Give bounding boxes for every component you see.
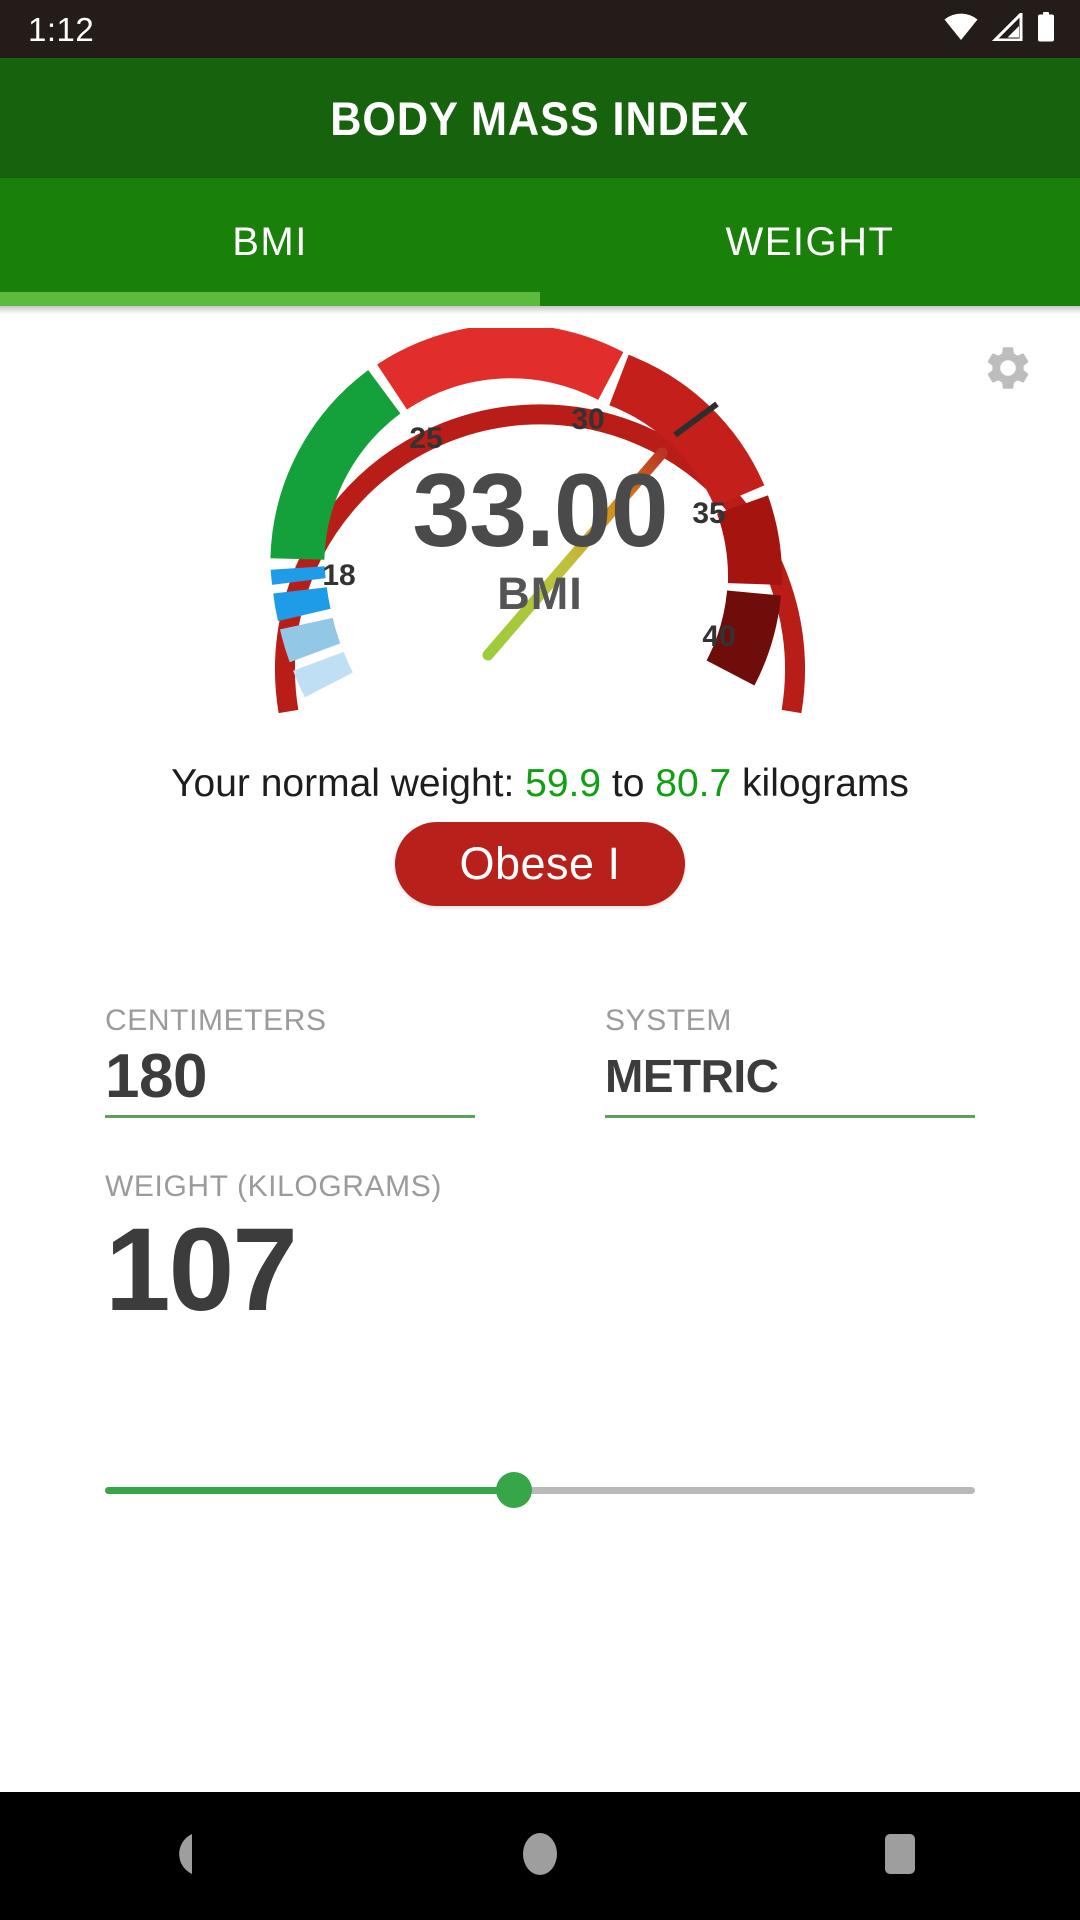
- nav-recents-button[interactable]: [825, 1792, 975, 1920]
- gauge-tick-25: 25: [409, 422, 442, 455]
- gauge-segment-obese-2: [716, 495, 782, 585]
- app-root: 1:12 BODY MASS INDEX BMI WEIGHT 18 25 30…: [0, 0, 1080, 1920]
- field-row-top: CENTIMETERS 180 SYSTEM METRIC: [105, 1004, 975, 1119]
- system-field[interactable]: SYSTEM METRIC: [605, 1004, 975, 1118]
- cell-signal-icon: [991, 9, 1023, 46]
- back-icon: [160, 1832, 200, 1881]
- normal-weight-max: 80.7: [655, 762, 732, 805]
- gauge-segment-overweight: [377, 328, 624, 410]
- category-row: Obese I: [0, 822, 1080, 906]
- gauge-tick-40: 40: [702, 620, 735, 653]
- page-title: BODY MASS INDEX: [330, 91, 750, 145]
- status-clock: 1:12: [28, 10, 95, 48]
- gauge-segment-severe-thinness: [293, 651, 354, 698]
- weight-slider[interactable]: [0, 1462, 1080, 1518]
- tab-bmi[interactable]: BMI: [0, 178, 540, 306]
- normal-weight-suffix: kilograms: [731, 762, 909, 805]
- weight-field-label: WEIGHT (KILOGRAMS): [105, 1170, 442, 1204]
- recents-icon: [881, 1832, 919, 1881]
- input-fields: CENTIMETERS 180 SYSTEM METRIC WEIGHT (KI…: [0, 1004, 1080, 1338]
- gauge-segment-mild-thinness: [273, 586, 331, 622]
- normal-weight-min: 59.9: [525, 762, 602, 805]
- gauge-needle: [482, 447, 668, 661]
- height-field-value[interactable]: 180: [105, 1042, 475, 1115]
- height-field-underline: [105, 1115, 475, 1119]
- weight-slider-track[interactable]: [105, 1472, 975, 1508]
- system-field-underline: [605, 1115, 975, 1118]
- gauge-tick-18: 18: [322, 559, 355, 592]
- status-badge[interactable]: Obese I: [395, 822, 685, 906]
- main-content: 18 25 30 35 40 33.00 BMI Your normal wei…: [0, 314, 1080, 1792]
- weight-slider-thumb[interactable]: [495, 1472, 532, 1508]
- gauge-tick-30: 30: [571, 403, 604, 436]
- weight-field-value[interactable]: 107: [105, 1208, 475, 1337]
- normal-weight-mid: to: [601, 762, 656, 805]
- tab-weight[interactable]: WEIGHT: [540, 178, 1080, 306]
- weight-field[interactable]: WEIGHT (KILOGRAMS) 107: [105, 1170, 475, 1337]
- bmi-gauge: 18 25 30 35 40 33.00 BMI: [230, 328, 850, 758]
- normal-weight-prefix: Your normal weight:: [171, 762, 526, 805]
- app-bar: BODY MASS INDEX: [0, 58, 1080, 178]
- gauge-tick-35: 35: [692, 497, 725, 530]
- height-field-label: CENTIMETERS: [105, 1004, 327, 1037]
- wifi-icon: [944, 13, 978, 46]
- gauge-segments: [270, 328, 782, 698]
- home-icon: [521, 1832, 559, 1881]
- tab-bar: BMI WEIGHT: [0, 178, 1080, 306]
- gauge-segment-underweight: [270, 566, 326, 585]
- system-nav-bar: [0, 1792, 1080, 1920]
- nav-home-button[interactable]: [465, 1792, 615, 1920]
- normal-weight-text: Your normal weight: 59.9 to 80.7 kilogra…: [0, 762, 1080, 806]
- status-bar-icons: [944, 9, 1056, 47]
- status-bar: 1:12: [0, 0, 1080, 58]
- tab-indicator: [0, 292, 540, 306]
- settings-button[interactable]: [972, 334, 1044, 406]
- weight-slider-fill: [105, 1486, 514, 1494]
- bmi-gauge-svg: 18 25 30 35 40: [270, 328, 805, 714]
- system-field-value[interactable]: METRIC: [605, 1042, 975, 1115]
- nav-back-button[interactable]: [105, 1792, 255, 1920]
- gear-icon: [982, 342, 1034, 399]
- system-field-label: SYSTEM: [605, 1004, 732, 1037]
- gauge-segment-moderate-thinness: [280, 617, 341, 663]
- height-field[interactable]: CENTIMETERS 180: [105, 1004, 475, 1119]
- battery-icon: [1036, 11, 1056, 47]
- tab-bar-shadow: [0, 306, 1080, 314]
